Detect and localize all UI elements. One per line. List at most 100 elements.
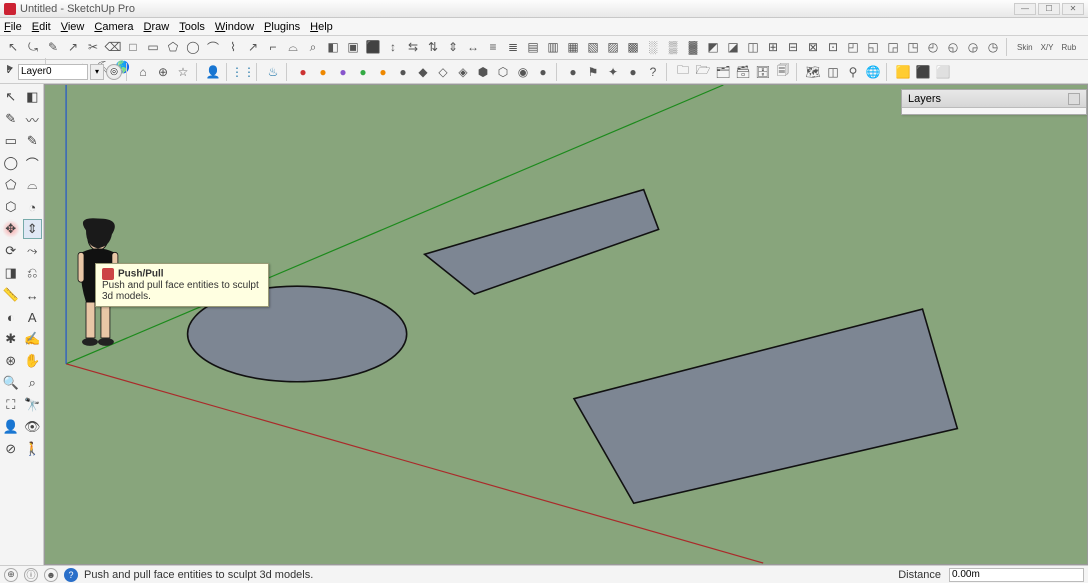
layer-dropdown-button[interactable]: ▾ [90,64,104,80]
tb1-btn-24[interactable]: ≡ [484,38,502,56]
menu-help[interactable]: Help [310,21,333,33]
followme-tool[interactable]: ⤳ [23,241,43,261]
tb2-btn-32[interactable]: 🗂 [714,63,732,81]
tb2-btn-17[interactable]: ◇ [434,63,452,81]
tb2-btn-8[interactable]: ♨ [264,63,282,81]
tb1-btn-19[interactable]: ↕ [384,38,402,56]
tb1-btn-18[interactable]: ⬛ [364,38,382,56]
tb2-btn-30[interactable]: 🗀 [674,63,692,81]
tb1-btn-14[interactable]: ⌓ [284,38,302,56]
menu-window[interactable]: Window [215,21,254,33]
tb1-btn-16[interactable]: ◧ [324,38,342,56]
tb1-btn-5[interactable]: ⌫ [104,38,122,56]
tb2-btn-2[interactable]: ☆ [174,63,192,81]
tb2-btn-14[interactable]: ● [374,63,392,81]
tb1-btn-22[interactable]: ⇕ [444,38,462,56]
tb2-btn-44[interactable]: ⬜ [934,63,952,81]
menu-view[interactable]: View [61,21,85,33]
tb2-btn-40[interactable]: 🌐 [864,63,882,81]
tb2-btn-4[interactable]: 👤 [204,63,222,81]
tb2-btn-39[interactable]: ⚲ [844,63,862,81]
menu-camera[interactable]: Camera [94,21,133,33]
arc-tool[interactable]: ⌒ [23,153,43,173]
minimize-button[interactable]: — [1014,3,1036,15]
orbit-tool[interactable]: ⊛ [1,351,21,371]
tb2-btn-31[interactable]: 🗁 [694,63,712,81]
tb1-btn-17[interactable]: ▣ [344,38,362,56]
distance-input[interactable] [949,568,1084,582]
arc2-tool[interactable]: ⌓ [23,175,43,195]
tb1-btn-46[interactable]: ◴ [924,38,942,56]
look-around-tool[interactable]: 👁 [23,417,43,437]
tb1-btn-47[interactable]: ◵ [944,38,962,56]
tb1-btn-34[interactable]: ▓ [684,38,702,56]
tb2-btn-11[interactable]: ● [314,63,332,81]
position-camera-tool[interactable]: 👤 [1,417,21,437]
layers-panel[interactable]: Layers [901,89,1087,115]
offset-tool[interactable]: ⎌ [23,263,43,283]
tb1-btn-9[interactable]: ◯ [184,38,202,56]
polygon-tool[interactable]: ⬠ [1,175,21,195]
tb2-btn-28[interactable]: ? [644,63,662,81]
credits-icon[interactable]: ⓘ [24,568,38,582]
tb2-btn-6[interactable]: ⋮⋮ [234,63,252,81]
tb2-btn-38[interactable]: ◫ [824,63,842,81]
layers-panel-title[interactable]: Layers [902,90,1086,108]
tb1b-btn-2[interactable]: Rub [1058,38,1079,56]
tb2-btn-12[interactable]: ● [334,63,352,81]
geo-location-icon[interactable]: ⊕ [4,568,18,582]
tb2-btn-13[interactable]: ● [354,63,372,81]
tb1-btn-39[interactable]: ⊟ [784,38,802,56]
protractor-tool[interactable]: ◐ [1,307,21,327]
layers-panel-collapse-button[interactable] [1068,93,1080,105]
tb1-btn-30[interactable]: ▨ [604,38,622,56]
tb2-btn-20[interactable]: ⬡ [494,63,512,81]
tb1-btn-36[interactable]: ◪ [724,38,742,56]
close-button[interactable]: ✕ [1062,3,1084,15]
menu-draw[interactable]: Draw [144,21,170,33]
user-icon[interactable]: ☻ [44,568,58,582]
tb1-btn-49[interactable]: ◷ [984,38,1002,56]
tb1-btn-2[interactable]: ✎ [44,38,62,56]
tb1-btn-38[interactable]: ⊞ [764,38,782,56]
dimension-tool[interactable]: ↔ [23,285,43,305]
rectangle-face-2[interactable] [574,309,957,503]
tb1-btn-23[interactable]: ↔ [464,38,482,56]
tb2-btn-27[interactable]: ● [624,63,642,81]
tb1-btn-41[interactable]: ⊡ [824,38,842,56]
maximize-button[interactable]: ☐ [1038,3,1060,15]
tb2-btn-42[interactable]: 🟨 [894,63,912,81]
tb1b-btn-0[interactable]: Skin [1014,38,1036,56]
tb1-btn-32[interactable]: ░ [644,38,662,56]
tb1-btn-20[interactable]: ⇆ [404,38,422,56]
tb2-btn-26[interactable]: ✦ [604,63,622,81]
tb2-btn-33[interactable]: 🗃 [734,63,752,81]
eraser-tool[interactable]: ◧ [23,87,43,107]
tb2-btn-37[interactable]: 🗺 [804,63,822,81]
tb2-btn-1[interactable]: ⊕ [154,63,172,81]
walk-tool[interactable]: 🚶 [23,439,43,459]
rectangle-face-1[interactable] [425,190,659,295]
tb1-btn-11[interactable]: ⌇ [224,38,242,56]
tb1-btn-15[interactable]: ⌕ [304,38,322,56]
tb1-btn-42[interactable]: ◰ [844,38,862,56]
rectangle-tool[interactable]: ▭ [1,131,21,151]
tb2-btn-18[interactable]: ◈ [454,63,472,81]
tb1-btn-3[interactable]: ↗ [64,38,82,56]
tb1-btn-21[interactable]: ⇅ [424,38,442,56]
zoom-tool[interactable]: 🔍 [1,373,21,393]
tb1-btn-1[interactable]: ⤿ [24,38,42,56]
viewport-canvas[interactable] [45,85,1087,564]
tb1-btn-26[interactable]: ▤ [524,38,542,56]
tape-tool[interactable]: 📏 [1,285,21,305]
tb2-btn-25[interactable]: ⚑ [584,63,602,81]
menu-tools[interactable]: Tools [179,21,205,33]
tb2-btn-21[interactable]: ◉ [514,63,532,81]
tb1b-btn-1[interactable]: X/Y [1038,38,1057,56]
tb2-btn-22[interactable]: ● [534,63,552,81]
tb2-btn-34[interactable]: 🗄 [754,63,772,81]
tb1-btn-4[interactable]: ✂ [84,38,102,56]
tb1-btn-35[interactable]: ◩ [704,38,722,56]
tb2-btn-24[interactable]: ● [564,63,582,81]
scale-tool[interactable]: ◨ [1,263,21,283]
